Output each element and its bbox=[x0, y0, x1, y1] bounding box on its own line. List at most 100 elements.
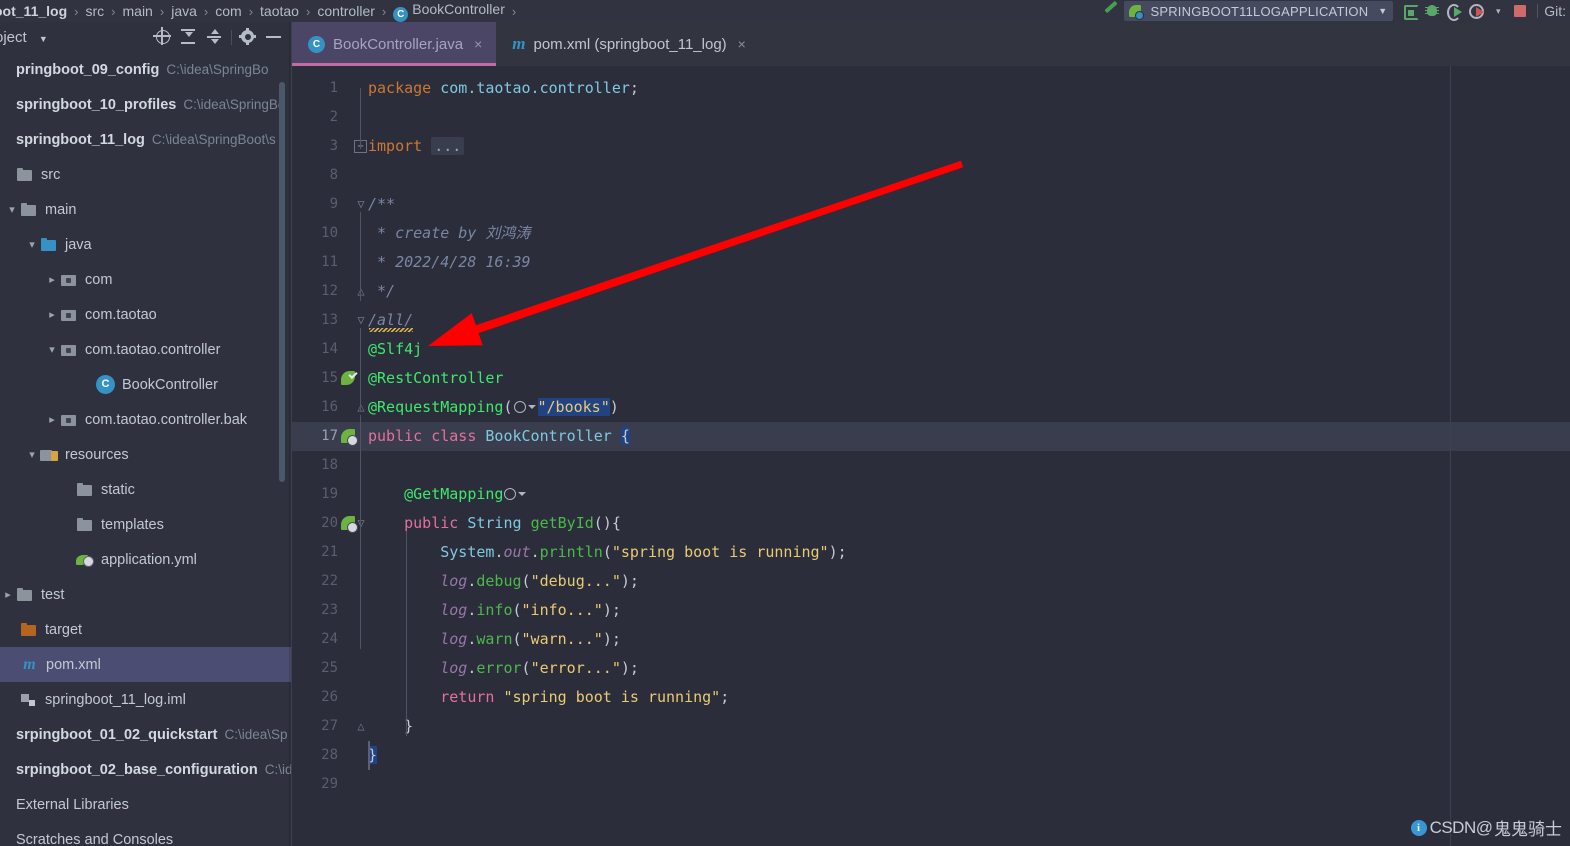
web-mapping-gutter-icon[interactable] bbox=[513, 400, 538, 414]
line-number: 1 bbox=[329, 80, 338, 96]
chevron-down-icon[interactable] bbox=[44, 343, 60, 356]
breadcrumb-item-taotao[interactable]: taotao bbox=[258, 3, 301, 19]
tree-item-springboot-11-log-iml[interactable]: springboot_11_log.iml bbox=[0, 682, 291, 717]
chevron-down-icon[interactable] bbox=[24, 448, 40, 461]
breadcrumb-item-oot-11-log[interactable]: oot_11_log bbox=[0, 3, 69, 19]
more-run-options-caret-icon[interactable]: ▾ bbox=[1487, 0, 1509, 22]
debug-button[interactable] bbox=[1421, 0, 1443, 22]
profile-button[interactable] bbox=[1465, 0, 1487, 22]
code-line-21[interactable]: 21 System.out.println("spring boot is ru… bbox=[292, 538, 1570, 567]
code-line-26[interactable]: 26 return "spring boot is running"; bbox=[292, 683, 1570, 712]
tree-item-com-taotao-controller[interactable]: com.taotao.controller bbox=[0, 332, 291, 367]
collapse-fold-icon[interactable]: ▽ bbox=[354, 314, 368, 328]
tree-item-src[interactable]: src bbox=[0, 157, 291, 192]
tree-item-resources[interactable]: resources bbox=[0, 437, 291, 472]
gear-icon[interactable] bbox=[235, 24, 261, 50]
code-line-11[interactable]: 11 * 2022/4/28 16:39 bbox=[292, 248, 1570, 277]
code-line-25[interactable]: 25 log.error("error..."); bbox=[292, 654, 1570, 683]
chevron-down-icon[interactable] bbox=[24, 238, 40, 251]
code-line-23[interactable]: 23 log.info("info..."); bbox=[292, 596, 1570, 625]
spring-bean-gutter-icon[interactable] bbox=[341, 428, 358, 446]
tree-item-springboot-11-log[interactable]: springboot_11_log C:\idea\SpringBoot\s bbox=[0, 122, 291, 157]
breadcrumb-item-controller[interactable]: controller bbox=[315, 3, 377, 19]
code-line-3[interactable]: 3+import ... bbox=[292, 132, 1570, 161]
chevron-down-icon[interactable] bbox=[4, 203, 20, 216]
code-line-1[interactable]: 1 package com.taotao.controller; bbox=[292, 74, 1570, 103]
collapse-all-icon[interactable] bbox=[202, 24, 228, 50]
breadcrumb-item-main[interactable]: main bbox=[121, 3, 155, 19]
run-configuration-selector[interactable]: SPRINGBOOT11LOGAPPLICATION ▼ bbox=[1124, 1, 1394, 21]
tree-item-java[interactable]: java bbox=[0, 227, 291, 262]
editor-tab-pom-xml-springboot-11-log-[interactable]: m pom.xml (springboot_11_log) × bbox=[496, 22, 760, 66]
code-line-16[interactable]: 16 △@RequestMapping("/books") bbox=[292, 393, 1570, 422]
chevron-right-icon[interactable] bbox=[44, 413, 60, 426]
code-editor[interactable]: 1 package com.taotao.controller; 2 3+import… bbox=[292, 66, 1570, 846]
breadcrumb-item-bookcontroller[interactable]: C BookController bbox=[391, 1, 507, 22]
code-line-28[interactable]: 28} bbox=[292, 741, 1570, 770]
tree-item-pom-xml[interactable]: m pom.xml bbox=[0, 647, 291, 682]
breadcrumb-item-src[interactable]: src bbox=[83, 3, 106, 19]
tree-item-srpingboot-02-base-configuration[interactable]: srpingboot_02_base_configuration C:\id bbox=[0, 752, 291, 787]
tree-item-com[interactable]: com bbox=[0, 262, 291, 297]
tree-item-springboot-10-profiles[interactable]: springboot_10_profiles C:\idea\SpringBo bbox=[0, 87, 291, 122]
chevron-down-icon[interactable]: ▼ bbox=[1378, 6, 1387, 16]
code-line-12[interactable]: 12 △ */ bbox=[292, 277, 1570, 306]
build-project-icon[interactable] bbox=[1098, 0, 1124, 22]
fold-end-icon[interactable]: △ bbox=[354, 401, 368, 415]
code-line-2[interactable]: 2 bbox=[292, 103, 1570, 132]
close-icon[interactable]: × bbox=[474, 37, 482, 51]
collapse-fold-icon[interactable]: ▽ bbox=[354, 198, 368, 212]
tree-item-srpingboot-01-02-quickstart[interactable]: srpingboot_01_02_quickstart C:\idea\Sp bbox=[0, 717, 291, 752]
code-line-19[interactable]: 19 @GetMapping bbox=[292, 480, 1570, 509]
project-tree[interactable]: pringboot_09_config C:\idea\SpringBo sprin… bbox=[0, 52, 291, 846]
code-line-15[interactable]: 15 @RestController bbox=[292, 364, 1570, 393]
code-line-24[interactable]: 24 log.warn("warn..."); bbox=[292, 625, 1570, 654]
fold-end-icon[interactable]: △ bbox=[354, 285, 368, 299]
code-line-18[interactable]: 18 bbox=[292, 451, 1570, 480]
tree-item-external-libraries[interactable]: External Libraries bbox=[0, 787, 291, 822]
tree-item-application-yml[interactable]: application.yml bbox=[0, 542, 291, 577]
chevron-right-icon[interactable] bbox=[0, 588, 16, 601]
tree-item-templates[interactable]: templates bbox=[0, 507, 291, 542]
code-line-14[interactable]: 14 @Slf4j bbox=[292, 335, 1570, 364]
code-line-22[interactable]: 22 log.debug("debug..."); bbox=[292, 567, 1570, 596]
spring-config-gutter-icon[interactable] bbox=[341, 370, 358, 387]
editor-tab-bookcontroller-java[interactable]: C BookController.java × bbox=[292, 22, 497, 66]
tree-item-main[interactable]: main bbox=[0, 192, 291, 227]
tree-item-pringboot-09-config[interactable]: pringboot_09_config C:\idea\SpringBo bbox=[0, 52, 291, 87]
select-opened-file-icon[interactable] bbox=[150, 24, 176, 50]
code-line-8[interactable]: 8 bbox=[292, 161, 1570, 190]
fold-end-icon[interactable]: △ bbox=[354, 720, 368, 734]
stop-button[interactable] bbox=[1509, 0, 1531, 22]
project-tree-scrollbar[interactable] bbox=[279, 82, 285, 482]
code-line-29[interactable]: 29 bbox=[292, 770, 1570, 799]
code-line-13[interactable]: 13 ▽/all/ bbox=[292, 306, 1570, 335]
code-line-9[interactable]: 9 ▽/** bbox=[292, 190, 1570, 219]
tree-item-bookcontroller[interactable]: C BookController bbox=[0, 367, 291, 402]
tree-item-com-taotao-controller-bak[interactable]: com.taotao.controller.bak bbox=[0, 402, 291, 437]
tree-item-test[interactable]: test bbox=[0, 577, 291, 612]
hide-panel-icon[interactable] bbox=[261, 24, 287, 50]
run-with-coverage-button[interactable] bbox=[1443, 0, 1465, 22]
code-line-17[interactable]: 17 public class BookController { bbox=[292, 422, 1570, 451]
chevron-down-icon[interactable]: ▼ bbox=[39, 34, 48, 44]
editor-code-area[interactable]: 1 package com.taotao.controller; 2 3+import… bbox=[292, 66, 1570, 846]
expand-all-icon[interactable] bbox=[176, 24, 202, 50]
tree-item-com-taotao[interactable]: com.taotao bbox=[0, 297, 291, 332]
chevron-right-icon[interactable] bbox=[44, 308, 60, 321]
git-label[interactable]: Git: bbox=[1544, 3, 1570, 19]
tree-item-scratches-and-consoles[interactable]: Scratches and Consoles bbox=[0, 822, 291, 846]
run-button[interactable] bbox=[1399, 0, 1421, 22]
tree-item-target[interactable]: target bbox=[0, 612, 291, 647]
collapse-fold-icon[interactable]: ▽ bbox=[354, 517, 368, 531]
code-line-27[interactable]: 27 △ } bbox=[292, 712, 1570, 741]
code-line-10[interactable]: 10 * create by 刘鸿涛 bbox=[292, 219, 1570, 248]
project-panel-title[interactable]: roject ▼ bbox=[0, 29, 48, 46]
code-line-20[interactable]: 20 ▽ public String getById(){ bbox=[292, 509, 1570, 538]
web-mapping-gutter-icon[interactable] bbox=[503, 487, 528, 501]
breadcrumb-item-com[interactable]: com bbox=[213, 3, 243, 19]
breadcrumb-item-java[interactable]: java bbox=[169, 3, 199, 19]
chevron-right-icon[interactable] bbox=[44, 273, 60, 286]
tree-item-static[interactable]: static bbox=[0, 472, 291, 507]
close-icon[interactable]: × bbox=[738, 37, 746, 51]
